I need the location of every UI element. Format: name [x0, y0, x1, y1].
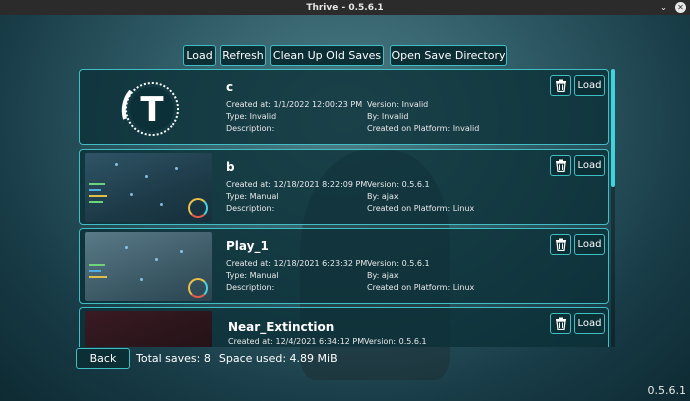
load-save-button[interactable]: Load: [574, 313, 605, 334]
save-platform: Created on Platform: Linux: [367, 204, 475, 213]
save-version: Version: Invalid: [367, 100, 429, 109]
trash-icon: [555, 238, 566, 251]
load-save-button[interactable]: Load: [574, 75, 605, 96]
load-save-button[interactable]: Load: [574, 155, 605, 176]
save-name: c: [226, 80, 234, 94]
save-type: Type: Manual: [226, 192, 279, 201]
save-by: By: ajax: [367, 192, 399, 201]
save-type: Type: Manual: [226, 271, 279, 280]
window-title: Thrive - 0.5.6.1: [306, 2, 384, 13]
save-platform: Created on Platform: Invalid: [367, 124, 480, 133]
trash-icon: [555, 317, 566, 330]
save-name: b: [226, 160, 235, 174]
minimize-icon[interactable]: ⌄: [658, 2, 669, 13]
save-created-at: Created at: 12/18/2021 6:23:32 PM: [226, 259, 368, 268]
total-saves-label: Total saves: 8: [136, 352, 211, 365]
refresh-button[interactable]: Refresh: [220, 45, 266, 66]
back-button[interactable]: Back: [76, 348, 130, 369]
window-titlebar: Thrive - 0.5.6.1 ⌄ ✕: [0, 0, 690, 15]
game-version-label: 0.5.6.1: [647, 384, 686, 397]
close-icon[interactable]: ✕: [675, 2, 686, 13]
logo-letter: T: [140, 90, 164, 130]
save-thumbnail: T: [85, 73, 212, 142]
save-item-near-extinction[interactable]: Near_Extinction Created at: 12/4/2021 6:…: [79, 307, 609, 347]
scrollbar-thumb[interactable]: [611, 69, 615, 187]
save-toolbar: Load Refresh Clean Up Old Saves Open Sav…: [183, 45, 507, 66]
save-name: Play_1: [226, 239, 269, 253]
save-item-c[interactable]: T c Created at: 1/1/2022 12:00:23 PM Ver…: [79, 69, 609, 145]
save-created-at: Created at: 1/1/2022 12:00:23 PM: [226, 100, 363, 109]
save-item-b[interactable]: b Created at: 12/18/2021 8:22:09 PM Vers…: [79, 149, 609, 225]
save-description: Description:: [226, 124, 275, 133]
save-type: Type: Invalid: [226, 112, 277, 121]
delete-save-button[interactable]: [550, 75, 571, 96]
delete-save-button[interactable]: [550, 234, 571, 255]
save-list-scrollbar[interactable]: [611, 69, 615, 347]
delete-save-button[interactable]: [550, 313, 571, 334]
trash-icon: [555, 159, 566, 172]
save-by: By: ajax: [367, 271, 399, 280]
open-save-directory-button[interactable]: Open Save Directory: [390, 45, 507, 66]
save-version: Version: 0.5.6.1: [367, 259, 430, 268]
save-created-at: Created at: 12/18/2021 8:22:09 PM: [226, 180, 368, 189]
save-list[interactable]: T c Created at: 1/1/2022 12:00:23 PM Ver…: [79, 69, 612, 347]
save-platform: Created on Platform: Linux: [367, 283, 475, 292]
save-by: By: Invalid: [367, 112, 409, 121]
save-created-at: Created at: 12/4/2021 6:34:12 PM: [228, 337, 365, 346]
delete-save-button[interactable]: [550, 155, 571, 176]
load-button[interactable]: Load: [183, 45, 216, 66]
save-thumbnail: [85, 311, 212, 347]
clean-up-old-saves-button[interactable]: Clean Up Old Saves: [270, 45, 384, 66]
save-name: Near_Extinction: [228, 320, 335, 334]
save-item-play-1[interactable]: Play_1 Created at: 12/18/2021 6:23:32 PM…: [79, 228, 609, 304]
footer-bar: Back Total saves: 8 Space used: 4.89 MiB: [76, 348, 338, 369]
save-thumbnail: [85, 232, 212, 301]
save-thumbnail: [85, 153, 212, 222]
save-description: Description:: [226, 204, 275, 213]
save-description: Description:: [226, 283, 275, 292]
trash-icon: [555, 79, 566, 92]
space-used-label: Space used: 4.89 MiB: [218, 352, 338, 365]
save-version: Version: 0.5.6.1: [367, 180, 430, 189]
thrive-logo-icon: T: [121, 82, 179, 136]
load-save-button[interactable]: Load: [574, 234, 605, 255]
save-version: Version: 0.5.6.1: [364, 337, 427, 346]
